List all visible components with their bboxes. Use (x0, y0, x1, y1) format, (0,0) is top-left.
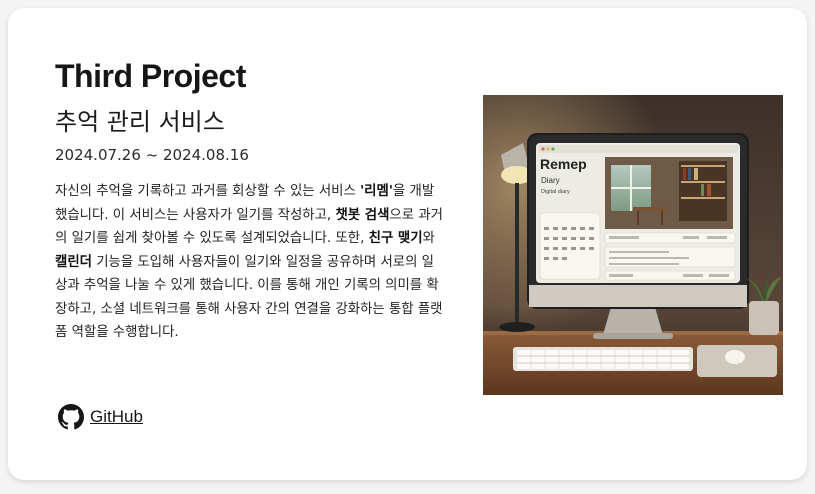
github-icon (58, 404, 84, 430)
illus-app-tag: Digital diary (541, 189, 570, 195)
description-text: 와 (422, 231, 435, 247)
project-info: Third Project 추억 관리 서비스 2024.07.26 ~ 202… (55, 60, 445, 358)
project-illustration: Remep Diary Digital diary (483, 95, 783, 395)
project-card: Third Project 추억 관리 서비스 2024.07.26 ~ 202… (8, 8, 807, 480)
illus-app-sub: Diary (541, 176, 560, 185)
description-highlight: 친구 맺기 (368, 231, 423, 247)
illus-app-name: Remep (540, 156, 587, 172)
description-highlight: 캘린더 (55, 254, 92, 270)
project-title: Third Project (55, 58, 246, 94)
description-text: 자신의 추억을 기록하고 과거를 회상할 수 있는 서비스 (55, 184, 361, 200)
github-label: GitHub (90, 407, 143, 426)
project-description: 자신의 추억을 기록하고 과거를 회상할 수 있는 서비스 '리멤'을 개발했습… (55, 180, 445, 345)
description-text: 기능을 도입해 사용자들이 일기와 일정을 공유하며 서로의 일상과 추억을 나… (55, 254, 443, 341)
project-period: 2024.07.26 ~ 2024.08.16 (55, 146, 249, 165)
description-highlight: '리멤' (360, 184, 393, 200)
project-subtitle: 추억 관리 서비스 (55, 108, 225, 136)
description-highlight: 챗봇 검색 (335, 207, 390, 223)
github-link[interactable]: GitHub (58, 404, 143, 430)
